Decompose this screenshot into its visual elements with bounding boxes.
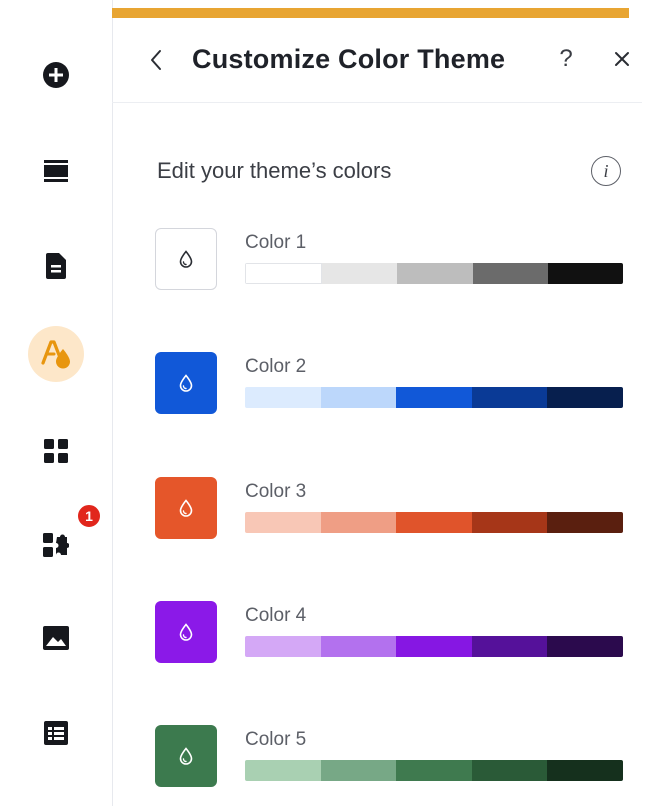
color-shade[interactable]: [245, 636, 321, 657]
color-shade[interactable]: [471, 387, 548, 408]
add-apps-button[interactable]: [28, 518, 84, 574]
color-shade[interactable]: [245, 387, 321, 408]
media-button[interactable]: [28, 610, 84, 666]
close-button[interactable]: [609, 46, 635, 72]
cms-button[interactable]: [28, 705, 84, 761]
apps-button[interactable]: [28, 423, 84, 479]
color-row: Color 1: [155, 228, 625, 294]
puzzle-icon: [43, 533, 69, 557]
add-button[interactable]: [28, 47, 84, 103]
droplet-icon: [179, 499, 193, 517]
shade-strip[interactable]: [245, 760, 623, 781]
color-shade[interactable]: [547, 636, 623, 657]
color-row: Color 3: [155, 477, 625, 543]
back-button[interactable]: [144, 46, 168, 74]
notification-badge: 1: [76, 503, 102, 529]
info-icon[interactable]: i: [591, 156, 621, 186]
color-shade[interactable]: [320, 512, 397, 533]
color-shade[interactable]: [547, 760, 623, 781]
media-icon: [43, 626, 69, 650]
chevron-left-icon: [151, 50, 161, 70]
page-icon: [46, 253, 66, 279]
color-swatch-button[interactable]: [155, 228, 217, 290]
droplet-icon: [179, 747, 193, 765]
add-icon: [43, 62, 69, 88]
color-label: Color 4: [245, 605, 307, 626]
droplet-icon: [179, 250, 193, 268]
color-shade[interactable]: [471, 512, 548, 533]
shade-strip[interactable]: [245, 636, 623, 657]
panel-header: Customize Color Theme ?: [112, 18, 642, 103]
apps-icon: [44, 439, 68, 463]
color-shade[interactable]: [320, 636, 397, 657]
accent-bar: [112, 8, 629, 18]
theme-button[interactable]: [28, 326, 84, 382]
color-shade[interactable]: [547, 263, 623, 284]
color-row: Color 2: [155, 352, 625, 418]
color-shade[interactable]: [320, 387, 397, 408]
color-shade[interactable]: [320, 760, 397, 781]
pages-button[interactable]: [28, 238, 84, 294]
color-shade[interactable]: [396, 760, 472, 781]
color-shade[interactable]: [245, 512, 321, 533]
left-rail: 1: [0, 0, 113, 806]
shade-strip[interactable]: [245, 263, 623, 284]
layout-button[interactable]: [28, 143, 84, 199]
color-shade[interactable]: [471, 636, 548, 657]
table-icon: [44, 721, 68, 745]
section-label: Edit your theme’s colors: [157, 158, 392, 183]
color-shade[interactable]: [396, 636, 472, 657]
help-button[interactable]: ?: [554, 45, 578, 73]
color-shade[interactable]: [396, 387, 472, 408]
color-label: Color 1: [245, 232, 307, 253]
color-label: Color 5: [245, 729, 307, 750]
panel-title: Customize Color Theme: [192, 44, 506, 74]
layout-icon: [44, 160, 68, 182]
shade-strip[interactable]: [245, 387, 623, 408]
color-shade[interactable]: [471, 760, 548, 781]
color-shade[interactable]: [547, 512, 623, 533]
color-shade[interactable]: [397, 263, 473, 284]
color-shade[interactable]: [547, 387, 623, 408]
color-label: Color 3: [245, 481, 307, 502]
theme-icon: [41, 340, 70, 369]
color-swatch-button[interactable]: [155, 352, 217, 414]
color-swatch-button[interactable]: [155, 477, 217, 539]
color-shade[interactable]: [245, 263, 323, 284]
color-swatch-button[interactable]: [155, 601, 217, 663]
color-row: Color 4: [155, 601, 625, 667]
color-swatch-button[interactable]: [155, 725, 217, 787]
shade-strip[interactable]: [245, 512, 623, 533]
droplet-icon: [179, 623, 193, 641]
color-row: Color 5: [155, 725, 625, 791]
color-shade[interactable]: [396, 512, 472, 533]
color-shade[interactable]: [472, 263, 548, 284]
color-shade[interactable]: [322, 263, 398, 284]
color-shade[interactable]: [245, 760, 321, 781]
close-icon: [615, 52, 629, 66]
droplet-icon: [179, 374, 193, 392]
color-label: Color 2: [245, 356, 307, 377]
